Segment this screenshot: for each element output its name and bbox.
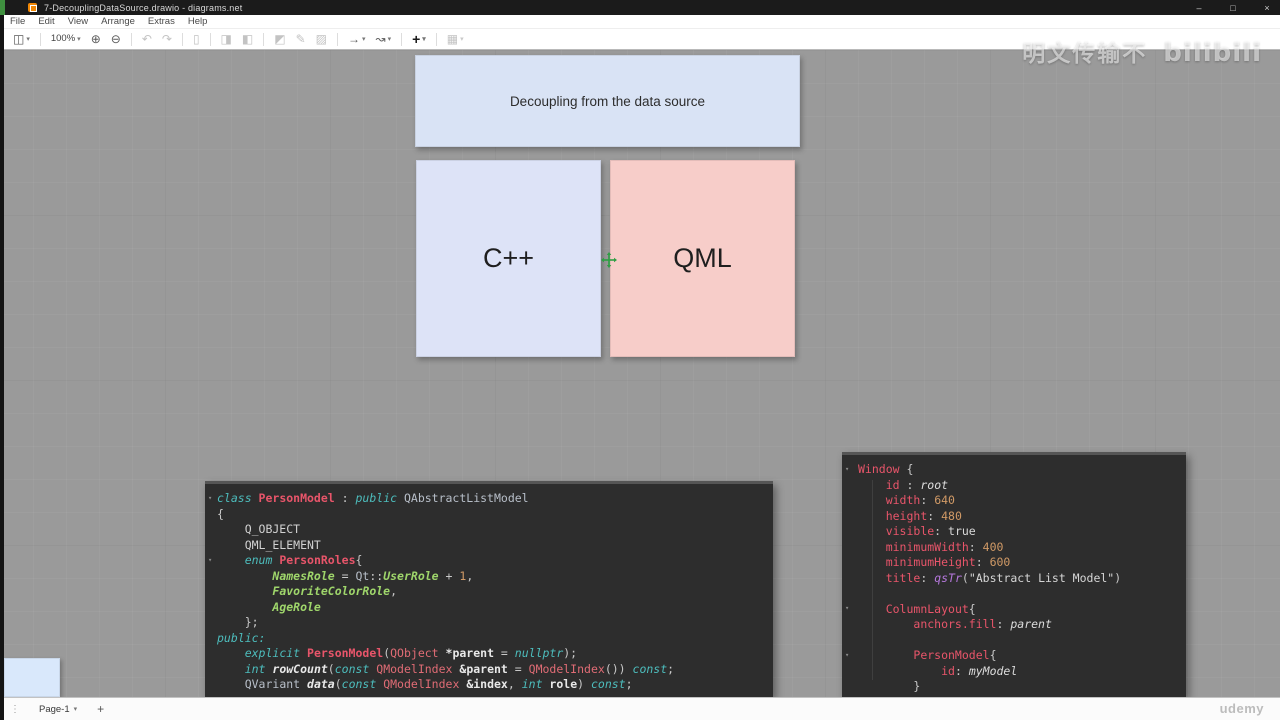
udemy-watermark: udemy (1219, 701, 1264, 716)
trash-icon: ▯ (192, 32, 200, 46)
fill-color-button[interactable]: ◩ (269, 33, 290, 45)
fold-marker-icon (845, 601, 849, 617)
diagram-canvas[interactable]: Decoupling from the data source C++ QML … (0, 50, 1280, 697)
window-titlebar: 7-DecouplingDataSource.drawio - diagrams… (0, 0, 1280, 15)
partial-shape[interactable] (4, 658, 60, 697)
waypoints-button[interactable]: ↝ ▾ (371, 33, 397, 45)
qml-shape-label: QML (673, 243, 732, 273)
close-button[interactable]: × (1258, 3, 1276, 13)
title-shape-label: Decoupling from the data source (509, 93, 706, 109)
chevron-down-icon: ▾ (460, 35, 464, 43)
line-color-button[interactable]: ✎ (291, 33, 311, 45)
plus-icon: + (412, 31, 421, 47)
cpp-code-screenshot[interactable]: class PersonModel : public QAbstractList… (205, 481, 773, 697)
menu-edit[interactable]: Edit (38, 16, 54, 27)
screen-edge-strip (0, 15, 4, 720)
to-back-icon: ◧ (241, 32, 254, 46)
zoom-in-icon: ⊕ (90, 32, 101, 46)
pages-handle-icon[interactable]: ⋮ (10, 704, 20, 715)
delete-button[interactable]: ▯ (188, 33, 205, 45)
title-shape[interactable]: Decoupling from the data source (415, 55, 800, 147)
undo-icon: ↶ (141, 32, 152, 46)
minimize-button[interactable]: – (1190, 3, 1208, 13)
undo-button[interactable]: ↶ (137, 33, 157, 45)
qml-shape[interactable]: QML (610, 160, 795, 357)
chevron-down-icon: ▾ (73, 706, 78, 713)
indent-guide (872, 480, 873, 680)
shadow-button[interactable]: ▨ (311, 33, 332, 45)
qml-code-screenshot[interactable]: Window { id : root width: 640 height: 48… (842, 452, 1186, 697)
drawio-window: 7-DecouplingDataSource.drawio - diagrams… (0, 0, 1280, 720)
view-panels-icon: ◫ (13, 32, 25, 46)
fold-marker-icon (845, 648, 849, 664)
fold-marker-icon (208, 553, 212, 569)
pencil-icon: ✎ (295, 32, 306, 46)
zoom-out-icon: ⊖ (110, 32, 121, 46)
zoom-in-button[interactable]: ⊕ (86, 33, 106, 45)
chevron-down-icon: ▾ (77, 35, 81, 43)
add-page-button[interactable]: + (91, 702, 110, 716)
menu-help[interactable]: Help (188, 16, 208, 27)
page-tab-page1[interactable]: Page-1 ▾ (33, 702, 83, 717)
redo-icon: ↷ (161, 32, 172, 46)
move-cursor-icon (601, 252, 617, 268)
connection-style-button[interactable]: → ▾ (343, 33, 371, 45)
screen-edge-artifact (0, 0, 5, 15)
shadow-icon: ▨ (315, 32, 327, 46)
view-panels-button[interactable]: ◫ ▾ (8, 33, 35, 45)
chevron-down-icon: ▾ (361, 35, 366, 43)
zoom-out-button[interactable]: ⊖ (106, 33, 126, 45)
to-front-button[interactable]: ◨ (216, 33, 237, 45)
redo-button[interactable]: ↷ (157, 33, 177, 45)
cpp-shape[interactable]: C++ (416, 160, 601, 357)
menu-extras[interactable]: Extras (148, 16, 175, 27)
chevron-down-icon: ▾ (387, 35, 392, 43)
waypoints-icon: ↝ (375, 32, 386, 46)
menu-file[interactable]: File (10, 16, 25, 27)
toolbar: ◫ ▾ 100% ▾ ⊕ ⊖ ↶ ↷ ▯ ◨ ◧ ◩ ✎ ▨ → ▾ ↝ ▾ + ▾ ▦ ▾ (0, 29, 1280, 50)
menu-arrange[interactable]: Arrange (101, 16, 135, 27)
fill-color-icon: ◩ (274, 32, 286, 46)
maximize-button[interactable]: □ (1224, 3, 1242, 13)
to-front-icon: ◨ (220, 32, 232, 46)
table-icon: ▦ (446, 32, 459, 46)
page-tabs-bar: ⋮ Page-1 ▾ + (0, 697, 1280, 720)
connection-arrow-icon: → (347, 32, 360, 46)
menu-bar: File Edit View Arrange Extras Help (0, 15, 1280, 29)
to-back-button[interactable]: ◧ (237, 33, 258, 45)
fold-marker-icon (208, 491, 212, 507)
insert-button[interactable]: + ▾ (407, 32, 431, 46)
window-title: 7-DecouplingDataSource.drawio - diagrams… (44, 2, 243, 13)
fold-marker-icon (845, 462, 849, 478)
drawio-app-icon (28, 3, 37, 12)
cpp-shape-label: C++ (482, 243, 535, 273)
table-button[interactable]: ▦ ▾ (442, 33, 469, 45)
zoom-level-dropdown[interactable]: 100% ▾ (46, 34, 86, 44)
chevron-down-icon: ▾ (422, 35, 426, 43)
chevron-down-icon: ▾ (26, 35, 30, 43)
menu-view[interactable]: View (68, 16, 88, 27)
